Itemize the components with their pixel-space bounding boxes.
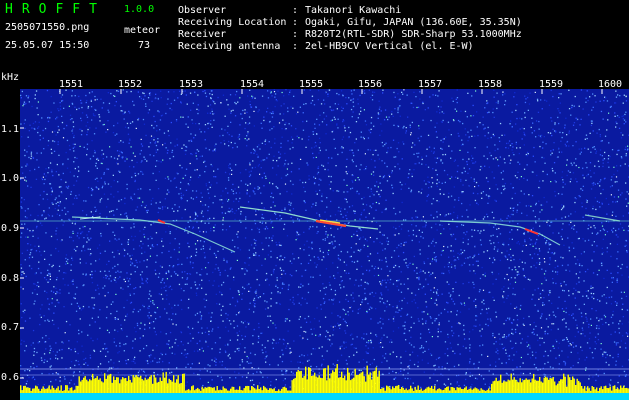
receiver-label: Receiver [178, 29, 227, 40]
antenna-value: 2el-HB9CV Vertical (el. E-W) [305, 41, 474, 52]
receiver-colon: : [292, 29, 299, 40]
location-value: Ogaki, Gifu, JAPAN (136.60E, 35.35N) [305, 17, 522, 28]
power-baseline [20, 393, 629, 400]
spectrogram-plot [20, 89, 629, 400]
app-title: HROFFT [5, 2, 106, 17]
antenna-label: Receiving antenna [178, 41, 281, 52]
y-tick-label: 0.7 [1, 322, 20, 333]
observer-label: Observer [178, 5, 227, 16]
file-name: 2505071550.png [5, 22, 90, 33]
meteor-count: 73 [138, 40, 151, 51]
app-version: 1.0.0 [124, 4, 155, 15]
y-tick-label: 1.1 [1, 124, 20, 135]
spectrogram-background [20, 89, 629, 400]
observer-colon: : [292, 5, 299, 16]
y-tick-label: 0.6 [1, 372, 20, 383]
y-tick-label: 1.0 [1, 173, 20, 184]
timestamp: 25.05.07 15:50 [5, 40, 90, 51]
location-colon: : [292, 17, 299, 28]
location-label: Receiving Location [178, 17, 287, 28]
mode-label: meteor [124, 25, 161, 36]
receiver-value: R820T2(RTL-SDR) SDR-Sharp 53.1000MHz [305, 29, 522, 40]
antenna-colon: : [292, 41, 299, 52]
y-axis-unit: kHz [1, 72, 20, 83]
y-tick-label: 0.8 [1, 273, 20, 284]
y-tick-label: 0.9 [1, 223, 20, 234]
observer-value: Takanori Kawachi [305, 5, 402, 16]
